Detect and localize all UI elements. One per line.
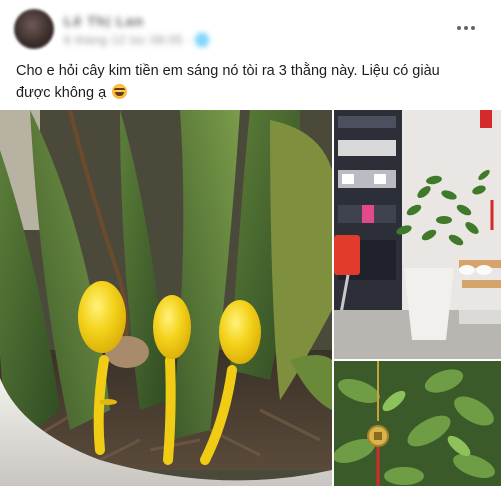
photo-main[interactable] [0,110,332,486]
more-options-icon [457,26,461,30]
post-body: Cho e hỏi cây kim tiền em sáng nó tòi ra… [16,60,486,104]
author-name[interactable]: Lê Thị Lan [64,13,144,29]
post-timestamp[interactable]: 6 tháng 12 lúc 08:05 · 🌐 [64,33,210,47]
plant-charm-image [334,361,501,486]
mushroom-pot-image [0,110,332,486]
room-plant-image [334,110,501,359]
facebook-post: Lê Thị Lan 6 tháng 12 lúc 08:05 · 🌐 Cho … [0,0,501,486]
more-options-icon-dot [471,26,475,30]
post-body-line-1: Cho e hỏi cây kim tiền em sáng nó tòi ra… [16,63,440,79]
rofl-emoji-icon [112,84,128,99]
photo-room[interactable] [334,110,501,359]
post-body-line-2: được không ạ [16,85,107,101]
more-options-button[interactable] [448,18,484,38]
author-avatar[interactable] [14,9,54,49]
photo-closeup[interactable] [334,361,501,486]
post-body-line-2-wrap: được không ạ [16,82,486,104]
photo-grid [0,110,501,486]
post-header: Lê Thị Lan 6 tháng 12 lúc 08:05 · 🌐 [0,0,501,56]
more-options-icon-dot [464,26,468,30]
